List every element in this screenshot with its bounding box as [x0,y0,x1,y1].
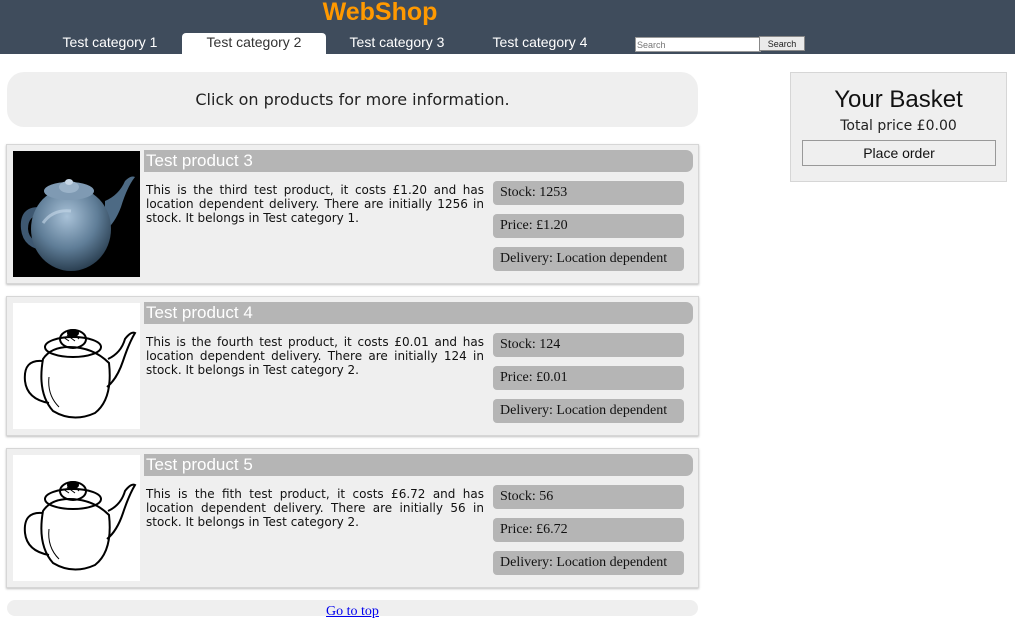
price-badge: Price: £0.01 [493,366,684,390]
basket-title: Your Basket [834,86,963,113]
basket-panel: Your Basket Total price £0.00 Place orde… [790,72,1007,182]
search-button[interactable]: Search [759,36,805,51]
price-badge: Price: £6.72 [493,518,684,542]
search-input[interactable] [635,37,761,52]
product-title[interactable]: Test product 3 [144,150,693,172]
footer-bar: Go to top [7,600,698,619]
stock-badge: Stock: 1253 [493,181,684,205]
stock-badge: Stock: 56 [493,485,684,509]
tab-test-category-3[interactable]: Test category 3 [335,33,459,54]
teapot-photo-icon[interactable] [13,151,140,277]
product-card[interactable]: Test product 4 This is the fourth test p… [6,296,699,436]
delivery-badge: Delivery: Location dependent [493,247,684,271]
product-description: This is the fith test product, it costs … [146,487,484,529]
product-card[interactable]: Test product 3 This is the third test pr… [6,144,699,284]
teapot-sketch-icon[interactable] [13,455,140,581]
teapot-sketch-icon[interactable] [13,303,140,429]
site-logo[interactable]: WebShop [0,0,760,27]
delivery-badge: Delivery: Location dependent [493,399,684,423]
product-description: This is the fourth test product, it cost… [146,335,484,377]
tab-test-category-4[interactable]: Test category 4 [478,33,602,54]
info-text: Click on products for more information. [195,90,510,109]
product-title[interactable]: Test product 4 [144,302,693,324]
info-banner: Click on products for more information. [7,72,698,127]
price-badge: Price: £1.20 [493,214,684,238]
basket-total: Total price £0.00 [840,118,957,134]
go-to-top-link[interactable]: Go to top [326,604,379,619]
site-header: WebShop Test category 1 Test category 2 … [0,0,1015,54]
product-description: This is the third test product, it costs… [146,183,484,225]
tab-test-category-2[interactable]: Test category 2 [182,33,326,54]
place-order-button[interactable]: Place order [802,140,996,166]
stock-badge: Stock: 124 [493,333,684,357]
product-title[interactable]: Test product 5 [144,454,693,476]
product-card[interactable]: Test product 5 This is the fith test pro… [6,448,699,588]
tab-test-category-1[interactable]: Test category 1 [48,33,172,54]
delivery-badge: Delivery: Location dependent [493,551,684,575]
